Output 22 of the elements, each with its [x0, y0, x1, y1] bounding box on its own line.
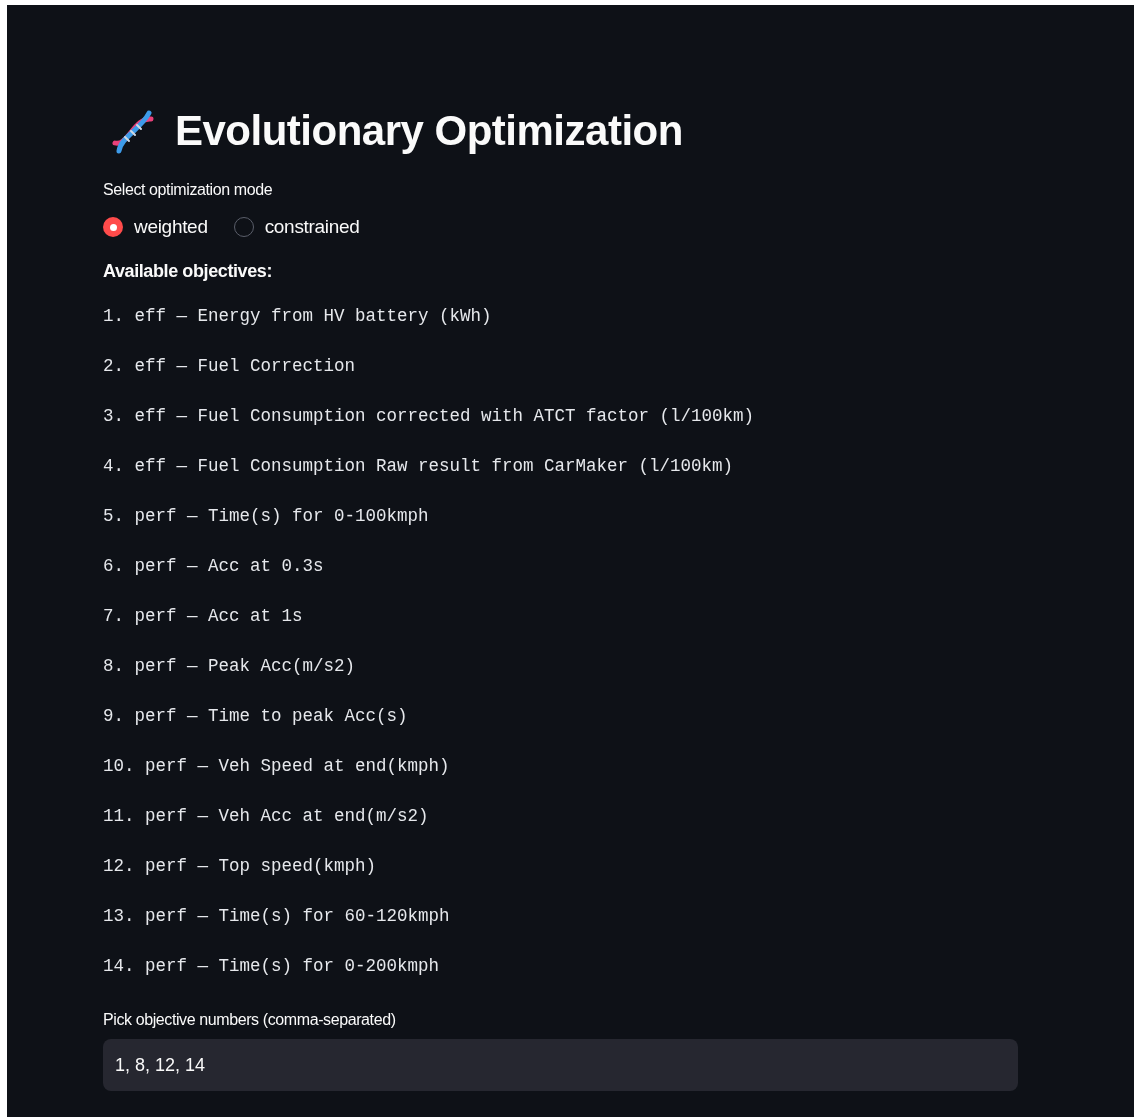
objective-item: 1. eff — Energy from HV battery (kWh): [103, 305, 493, 328]
section-heading: Available objectives:: [103, 260, 273, 283]
objective-item: 11. perf — Veh Acc at end(m/s2): [103, 804, 430, 828]
objective-item: 12. perf — Top speed(kmph): [103, 854, 378, 878]
objective-item: 3. eff — Fuel Consumption corrected with ATCT factor (l/100km): [103, 404, 756, 428]
objective-item: 10. perf — Veh Speed at end(kmph): [103, 754, 451, 778]
objective-item: 14. perf — Time(s) for 0-200kmph: [103, 954, 441, 978]
objective-item: 6. perf — Acc at 0.3s: [103, 554, 325, 578]
objective-item: 4. eff — Fuel Consumption Raw result from CarMaker (l/100km): [103, 454, 735, 478]
objective-item: 9. perf — Time to peak Acc(s): [103, 704, 409, 728]
objective-item: 2. eff — Fuel Correction: [103, 355, 357, 378]
field-label: Select optimization mode: [103, 180, 274, 200]
page-title: Evolutionary Optimization: [175, 110, 683, 152]
objective-item: 5. perf — Time(s) for 0-100kmph: [103, 504, 430, 528]
radio-label: constrained: [264, 214, 360, 239]
objective-item: 8. perf — Peak Acc(m/s2): [103, 654, 357, 678]
radio-button[interactable]: [103, 217, 123, 237]
objective-item: 7. perf — Acc at 1s: [103, 604, 304, 628]
radio-label: weighted: [134, 214, 208, 239]
field-label: Pick objective numbers (comma-separated): [103, 1010, 397, 1031]
objective-item: 13. perf — Time(s) for 60-120kmph: [103, 904, 451, 928]
input-field[interactable]: 1, 8, 12, 14: [103, 1039, 1018, 1092]
